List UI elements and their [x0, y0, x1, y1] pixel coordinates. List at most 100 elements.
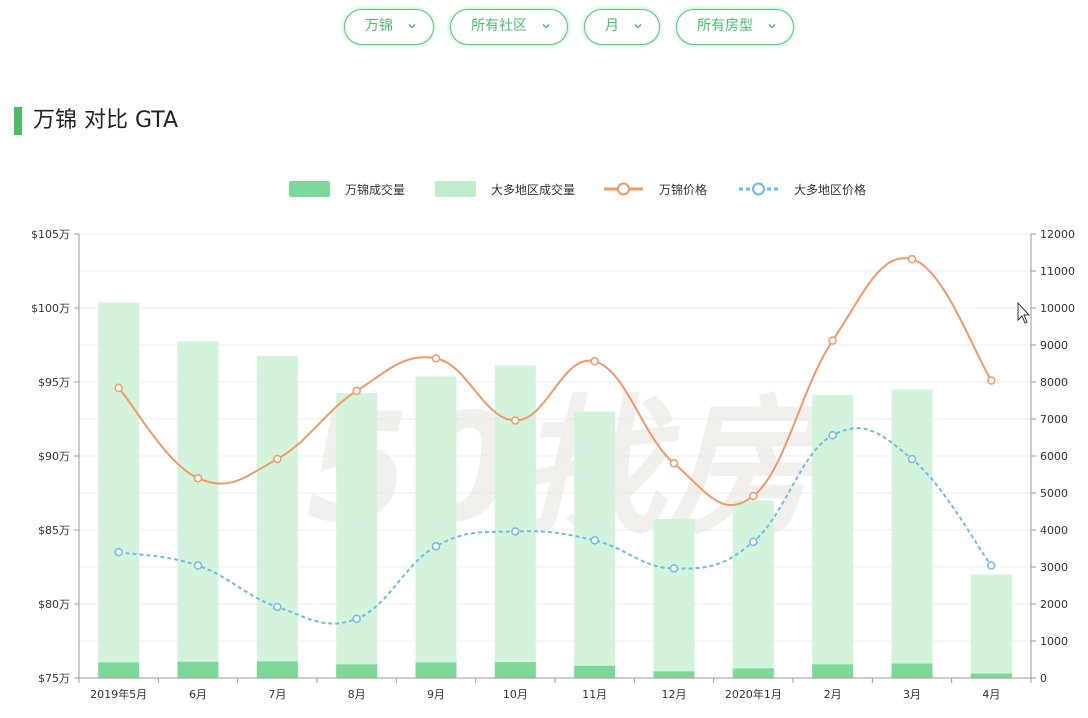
point-local-price [431, 354, 441, 363]
section-title: 万锦 对比 GTA [33, 108, 179, 133]
point-local-price [114, 383, 123, 393]
city-filter-label: 万锦 [365, 18, 393, 34]
property-type-filter-label: 所有房型 [697, 18, 753, 34]
legend-item-local-price[interactable]: 万锦价格 [603, 178, 723, 202]
x-tick-label: 9月 [427, 688, 445, 701]
legend-label-region-volume: 大多地区成交量 [491, 183, 576, 197]
chevron-down-icon [542, 23, 550, 29]
bar-local-volume [891, 663, 933, 678]
chart-grid [79, 233, 1031, 679]
point-region-price [273, 602, 282, 612]
legend-swatch-region-volume [435, 181, 476, 197]
x-tick-label: 10月 [503, 688, 528, 701]
point-local-price [511, 416, 520, 425]
point-local-price [273, 454, 282, 464]
left-tick-label: $105万 [31, 228, 70, 241]
bar-region-volume [732, 500, 774, 678]
line-region-price [114, 427, 996, 625]
right-tick-label: 3000 [1040, 561, 1068, 574]
right-tick-label: 2000 [1040, 598, 1068, 611]
right-tick-label: 5000 [1040, 487, 1068, 500]
point-region-price [907, 454, 917, 464]
period-filter-label: 月 [605, 18, 619, 34]
legend-swatch-local-volume [289, 181, 330, 197]
point-local-price [669, 459, 679, 468]
legend-label-local-price: 万锦价格 [659, 183, 708, 197]
line-path-region-price [118, 427, 993, 625]
point-region-price [590, 536, 599, 545]
legend-item-region-price[interactable]: 大多地区价格 [738, 178, 878, 202]
point-region-price [431, 542, 441, 551]
point-local-price [749, 491, 758, 501]
bar-local-volume [732, 668, 774, 678]
bars-local-volume [98, 661, 1012, 678]
x-tick-label: 2020年1月 [725, 687, 782, 701]
bar-local-volume [177, 661, 219, 678]
community-filter-dropdown[interactable]: 所有社区 [450, 9, 568, 45]
x-tick-label: 6月 [189, 688, 207, 701]
right-tick-label: 9000 [1040, 339, 1068, 352]
point-region-price [669, 564, 679, 573]
bar-region-volume [970, 574, 1012, 678]
bar-region-volume [812, 394, 854, 678]
right-tick-label: 0 [1040, 672, 1047, 685]
point-region-price [749, 537, 758, 547]
section-accent-bar [14, 107, 22, 135]
line-path-local-price [117, 257, 993, 507]
point-region-price [114, 547, 123, 557]
point-local-price [590, 357, 599, 366]
legend-swatch-local-price [604, 182, 643, 196]
line-local-price [114, 254, 996, 507]
right-tick-label: 8000 [1040, 376, 1068, 389]
point-local-price [987, 376, 996, 385]
point-region-price [352, 614, 361, 624]
x-tick-label: 12月 [662, 688, 687, 701]
right-tick-label: 1000 [1040, 635, 1068, 648]
bar-local-volume [574, 665, 616, 678]
bar-local-volume [415, 662, 457, 678]
bar-region-volume [891, 389, 933, 678]
bar-local-volume [494, 662, 536, 678]
right-tick-label: 4000 [1040, 524, 1068, 537]
right-tick-label: 7000 [1040, 413, 1068, 426]
bar-region-volume [336, 393, 378, 678]
bar-local-volume [336, 664, 378, 678]
bars-region-volume [98, 302, 1012, 678]
filter-bar: 万锦 所有社区 月 所有房型 [0, 9, 1088, 47]
point-region-price [193, 561, 203, 570]
x-tick-label: 2019年5月 [90, 687, 147, 701]
community-filter-label: 所有社区 [471, 18, 527, 34]
right-tick-label: 10000 [1040, 302, 1075, 315]
x-tick-label: 2月 [824, 688, 842, 701]
bar-region-volume [98, 302, 140, 678]
property-type-filter-dropdown[interactable]: 所有房型 [676, 9, 794, 45]
x-tick-label: 11月 [582, 688, 607, 701]
left-tick-label: $80万 [38, 598, 70, 611]
point-local-price [193, 473, 203, 483]
x-tick-label: 3月 [903, 688, 921, 701]
point-local-price [907, 254, 917, 264]
period-filter-dropdown[interactable]: 月 [584, 9, 660, 45]
mouse-pointer-icon [1017, 301, 1031, 324]
bar-region-volume [653, 518, 695, 678]
legend-label-region-price: 大多地区价格 [794, 183, 867, 197]
point-local-price [828, 336, 837, 345]
right-tick-label: 6000 [1040, 450, 1068, 463]
point-region-price [987, 561, 996, 570]
bar-region-volume [494, 365, 536, 678]
legend-item-region-volume[interactable]: 大多地区成交量 [435, 178, 595, 202]
point-local-price [352, 386, 361, 396]
bar-local-volume [653, 671, 695, 678]
x-tick-label: 4月 [982, 688, 1000, 701]
bar-local-volume [970, 673, 1012, 678]
city-filter-dropdown[interactable]: 万锦 [344, 9, 434, 45]
left-tick-label: $95万 [38, 376, 70, 389]
chart-axes: $75万 $80万 $85万 $90万 $95万 $100万 $105万 0 1000 2000 3… [31, 228, 1075, 701]
left-tick-label: $75万 [38, 672, 70, 685]
legend-swatch-region-price [739, 182, 778, 196]
right-tick-label: 11000 [1040, 265, 1075, 278]
legend-item-local-volume[interactable]: 万锦成交量 [289, 178, 419, 202]
bar-region-volume [177, 341, 219, 678]
bar-local-volume [812, 664, 854, 678]
x-tick-label: 8月 [348, 688, 366, 701]
